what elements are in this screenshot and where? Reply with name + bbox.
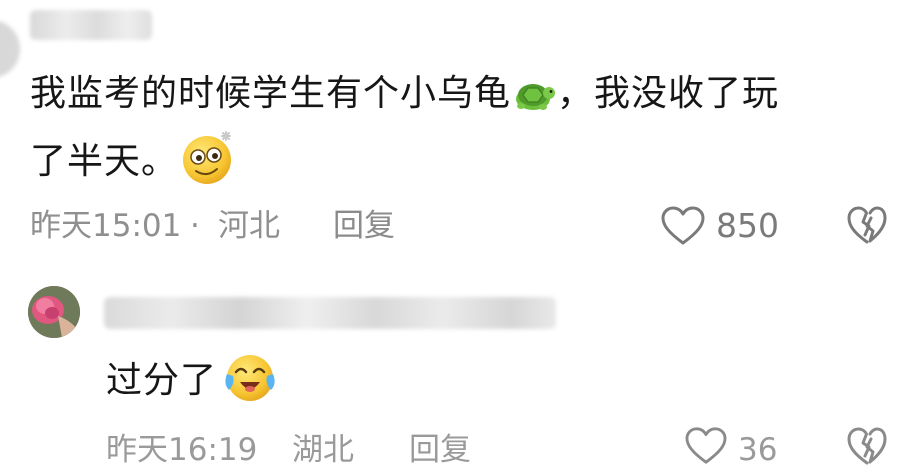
like-heart-icon[interactable]: [684, 426, 728, 470]
dislike-broken-heart-icon[interactable]: [846, 426, 888, 472]
like-count: 36: [738, 432, 778, 468]
comment-text-part: ，我没收了玩: [557, 73, 780, 114]
avatar[interactable]: [0, 20, 20, 78]
redacted-username[interactable]: [104, 297, 556, 329]
redacted-username[interactable]: [30, 10, 152, 40]
dislike-broken-heart-icon[interactable]: [846, 205, 888, 251]
comment-text-part: 了半天。: [30, 141, 179, 182]
crying-laughing-face-emoji-icon: [221, 352, 279, 404]
reply-button[interactable]: 回复: [333, 204, 395, 248]
comment-location: 河北: [218, 208, 280, 244]
comment-text-part: 我监考的时候学生有个小乌龟: [30, 73, 512, 114]
comment-text-line-2: 了半天。: [30, 131, 238, 192]
meta-separator: ·: [190, 208, 200, 244]
comment-time: 昨天15:01: [30, 208, 182, 244]
comment-text-line-1: 我监考的时候学生有个小乌龟 ，我没收了玩: [30, 70, 779, 118]
reply-time: 昨天16:19: [106, 432, 258, 468]
reply-button[interactable]: 回复: [409, 428, 471, 472]
turtle-emoji-icon: [511, 73, 557, 113]
reply-text: 过分了: [106, 355, 279, 408]
dazed-face-emoji-icon: [180, 128, 238, 186]
reply-text-part: 过分了: [106, 360, 218, 401]
reply-location: 湖北: [292, 432, 354, 468]
like-count: 850: [716, 206, 779, 245]
like-heart-icon[interactable]: [660, 205, 706, 251]
avatar[interactable]: [28, 286, 80, 338]
